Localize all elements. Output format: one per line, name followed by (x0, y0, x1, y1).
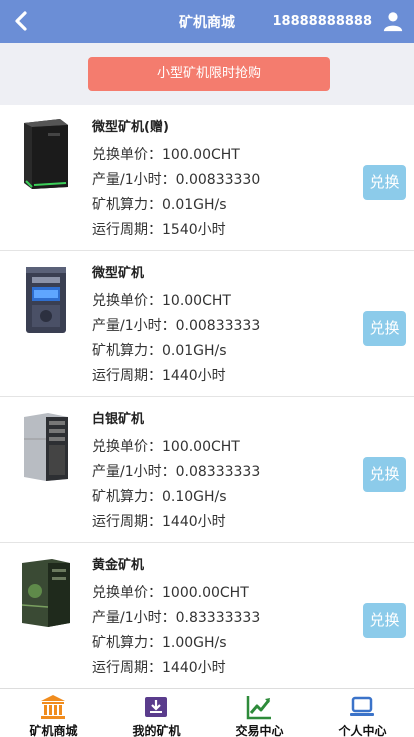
product-item: 微型矿机(赠) 兑换单价：100.00CHT 产量/1小时：0.00833330… (0, 105, 414, 251)
header-bar: 矿机商城 18888888888 (0, 0, 414, 43)
user-icon[interactable] (382, 10, 404, 32)
product-item: 黄金矿机 兑换单价：1000.00CHT 产量/1小时：0.83333333 矿… (0, 543, 414, 689)
laptop-icon (350, 696, 374, 716)
product-price: 兑换单价：1000.00CHT (92, 585, 249, 601)
product-item: 微型矿机 兑换单价：10.00CHT 产量/1小时：0.00833333 矿机算… (0, 251, 414, 397)
tab-personal-center[interactable]: 个人中心 (311, 689, 414, 737)
tab-label: 交易中心 (235, 724, 284, 737)
product-item: 白银矿机 兑换单价：100.00CHT 产量/1小时：0.08333333 矿机… (0, 397, 414, 543)
exchange-button[interactable]: 兑换 (363, 457, 406, 492)
product-output: 产量/1小时：0.00833330 (92, 172, 261, 188)
account-phone: 18888888888 (272, 14, 373, 29)
product-price: 兑换单价：10.00CHT (92, 293, 231, 309)
trend-chart-icon (246, 696, 271, 720)
miner-image (24, 119, 68, 189)
product-output: 产量/1小时：0.83333333 (92, 610, 261, 626)
product-output: 产量/1小时：0.08333333 (92, 464, 261, 480)
product-name: 白银矿机 (92, 412, 145, 427)
flash-sale-button[interactable]: 小型矿机限时抢购 (88, 57, 330, 91)
tab-label: 个人中心 (338, 724, 387, 737)
tab-my-miners[interactable]: 我的矿机 (105, 689, 208, 737)
product-name: 微型矿机 (92, 266, 145, 281)
product-name: 黄金矿机 (92, 558, 145, 573)
product-price: 兑换单价：100.00CHT (92, 439, 240, 455)
exchange-button[interactable]: 兑换 (363, 603, 406, 638)
miner-image (26, 267, 66, 333)
tab-miner-mall[interactable]: 矿机商城 (2, 689, 105, 737)
promo-banner-area: 小型矿机限时抢购 (0, 43, 414, 105)
product-output: 产量/1小时：0.00833333 (92, 318, 261, 334)
miner-image (21, 559, 70, 627)
product-cycle: 运行周期：1440小时 (92, 660, 226, 676)
tab-trade-center[interactable]: 交易中心 (208, 689, 311, 737)
product-hashrate: 矿机算力：0.01GH/s (92, 197, 227, 213)
product-hashrate: 矿机算力：0.10GH/s (92, 489, 227, 505)
tab-label: 我的矿机 (132, 724, 181, 737)
product-hashrate: 矿机算力：0.01GH/s (92, 343, 227, 359)
product-cycle: 运行周期：1440小时 (92, 514, 226, 530)
download-box-icon (145, 697, 167, 717)
bottom-tab-bar: 矿机商城 我的矿机 交易中心 个人中心 (0, 688, 414, 737)
tab-label: 矿机商城 (29, 724, 78, 737)
exchange-button[interactable]: 兑换 (363, 165, 406, 200)
miner-image (24, 413, 68, 481)
product-list: 微型矿机(赠) 兑换单价：100.00CHT 产量/1小时：0.00833330… (0, 105, 414, 689)
product-name: 微型矿机(赠) (92, 120, 169, 135)
bank-icon (41, 695, 65, 719)
product-hashrate: 矿机算力：1.00GH/s (92, 635, 227, 651)
product-cycle: 运行周期：1440小时 (92, 368, 226, 384)
exchange-button[interactable]: 兑换 (363, 311, 406, 346)
product-cycle: 运行周期：1540小时 (92, 222, 226, 238)
product-price: 兑换单价：100.00CHT (92, 147, 240, 163)
